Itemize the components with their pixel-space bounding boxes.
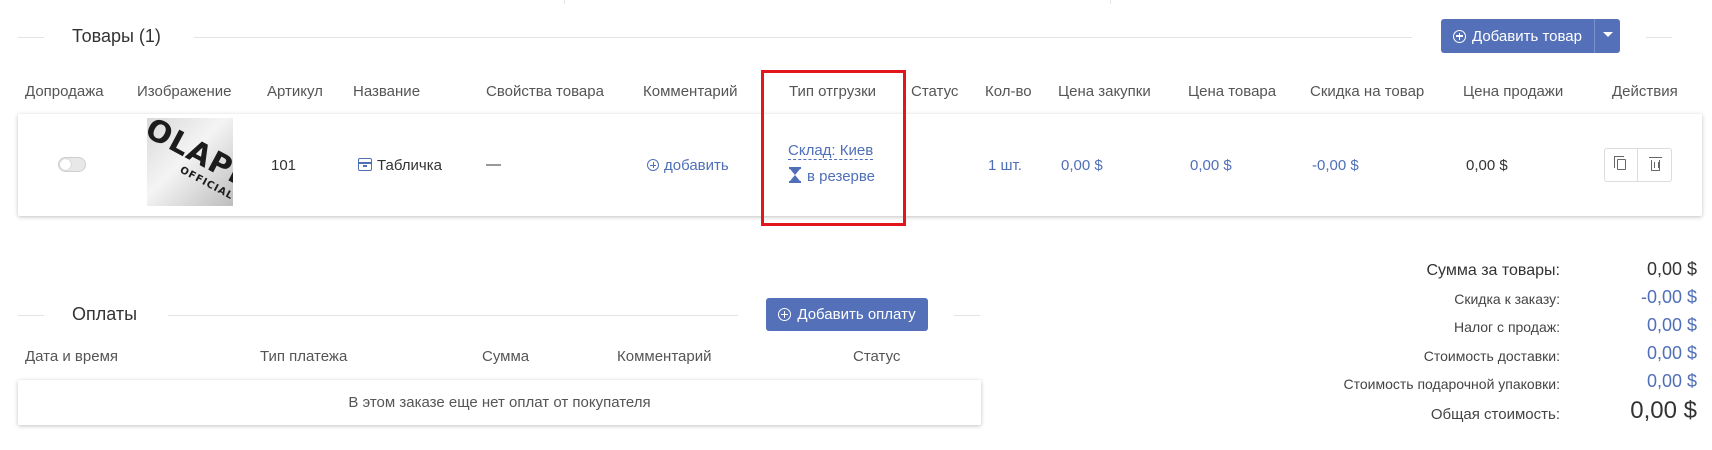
section-divider — [194, 37, 1412, 38]
summary-items-value: 0,00 $ — [1646, 259, 1697, 279]
copy-product-button[interactable] — [1604, 148, 1638, 182]
col-payment-type: Тип платежа — [260, 348, 348, 365]
upsell-toggle[interactable] — [58, 157, 86, 172]
plus-circle-icon — [778, 308, 792, 321]
col-quantity: Кол-во — [985, 83, 1032, 100]
col-upsell: Допродажа — [25, 83, 104, 100]
summary-gift-wrap-label: Стоимость подарочной упаковки: — [1343, 376, 1561, 392]
trash-icon — [1649, 157, 1662, 171]
product-properties: — — [486, 156, 501, 173]
summary-shipping-value[interactable]: 0,00 $ — [1647, 343, 1697, 364]
add-product-dropdown-button[interactable] — [1594, 19, 1620, 53]
product-quantity[interactable]: 1 шт. — [988, 157, 1022, 174]
shipping-type-highlight — [761, 70, 906, 226]
product-name[interactable]: Табличка — [358, 157, 442, 174]
box-icon — [358, 158, 372, 171]
section-divider — [954, 315, 980, 316]
summary-discount-label: Скидка к заказу: — [1454, 291, 1560, 307]
col-comment: Комментарий — [643, 83, 738, 100]
product-sale-price: 0,00 $ — [1466, 157, 1508, 174]
payments-empty-message: В этом заказе еще нет оплат от покупател… — [348, 394, 651, 411]
col-payment-amount: Сумма — [482, 348, 530, 365]
col-sku: Артикул — [267, 83, 323, 100]
copy-icon — [1614, 156, 1626, 170]
product-purchase-price[interactable]: 0,00 $ — [1061, 157, 1103, 174]
col-status: Статус — [911, 83, 959, 100]
section-divider — [18, 37, 44, 38]
section-divider — [18, 315, 44, 316]
summary-total-label: Общая стоимость: — [1430, 406, 1560, 423]
top-divider — [564, 0, 565, 4]
section-divider — [168, 315, 738, 316]
add-payment-label: Добавить оплату — [797, 306, 916, 323]
product-item-price[interactable]: 0,00 $ — [1190, 157, 1232, 174]
top-divider — [1110, 0, 1111, 4]
col-actions: Действия — [1612, 83, 1678, 100]
add-product-label: Добавить товар — [1472, 27, 1582, 45]
summary-discount-value[interactable]: -0,00 $ — [1641, 287, 1697, 308]
col-sale-price: Цена продажи — [1463, 83, 1564, 100]
product-item-discount[interactable]: -0,00 $ — [1312, 157, 1359, 174]
summary-shipping-label: Стоимость доставки: — [1423, 348, 1560, 364]
col-name: Название — [353, 83, 421, 100]
col-purchase-price: Цена закупки — [1058, 83, 1151, 100]
payments-title: Оплаты — [72, 304, 138, 324]
col-properties: Свойства товара — [486, 83, 604, 100]
section-divider — [1646, 37, 1672, 38]
product-image[interactable]: OLAPL OFFICIAL — [147, 118, 233, 206]
product-name-label: Табличка — [377, 157, 442, 174]
col-item-discount: Скидка на товар — [1310, 83, 1425, 100]
summary-tax-value[interactable]: 0,00 $ — [1647, 315, 1697, 336]
add-payment-button[interactable]: Добавить оплату — [766, 298, 928, 331]
summary-items-label: Сумма за товары: — [1426, 262, 1560, 279]
col-payment-comment: Комментарий — [617, 348, 712, 365]
add-comment-label: добавить — [664, 157, 729, 174]
delete-product-button[interactable] — [1638, 148, 1672, 182]
col-image: Изображение — [137, 83, 232, 100]
col-payment-datetime: Дата и время — [25, 348, 119, 365]
plus-circle-icon — [1453, 29, 1466, 43]
summary-total-value: 0,00 $ — [1630, 397, 1697, 424]
col-item-price: Цена товара — [1188, 83, 1277, 100]
product-sku: 101 — [271, 157, 297, 174]
add-product-button[interactable]: Добавить товар — [1441, 19, 1594, 53]
col-payment-status: Статус — [853, 348, 901, 365]
summary-gift-wrap-value[interactable]: 0,00 $ — [1647, 371, 1697, 392]
summary-tax-label: Налог с продаж: — [1454, 319, 1560, 335]
add-comment-link[interactable]: добавить — [647, 157, 729, 174]
plus-circle-icon — [647, 159, 659, 171]
products-title: Товары (1) — [72, 26, 161, 46]
